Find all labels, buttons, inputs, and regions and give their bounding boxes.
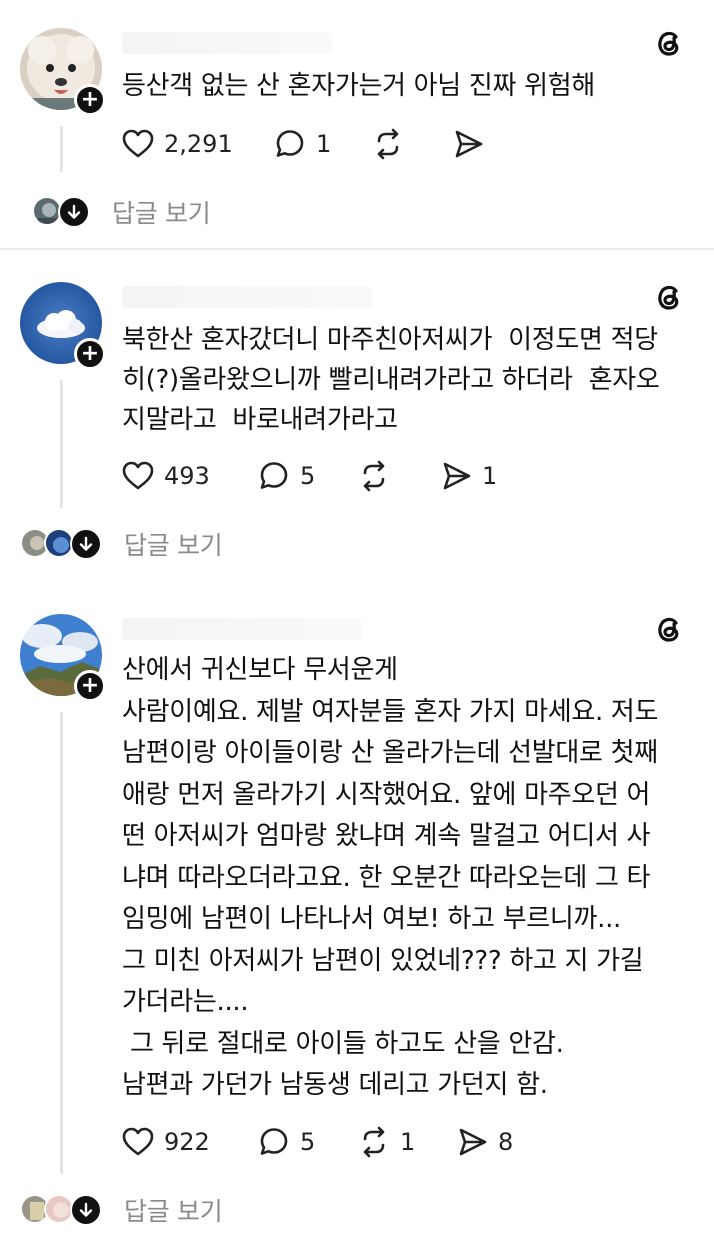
action-bar: 493 5 1 — [120, 456, 520, 496]
share-count: 1 — [482, 462, 498, 490]
post-text: 북한산 혼자갔더니 마주친아저씨가 이정도면 적당 히(?)올라왔으니까 빨리내… — [122, 325, 660, 435]
comment-button[interactable]: 1 — [272, 124, 331, 164]
post-text: 산에서 귀신보다 무서운게 사람이예요. 제발 여자분들 혼자 가지 마세요. … — [122, 655, 659, 1100]
share-button[interactable]: 8 — [454, 1122, 513, 1162]
action-bar: 922 5 1 8 — [120, 1122, 540, 1162]
heart-icon — [122, 461, 154, 490]
view-replies-row[interactable]: 답글 보기 — [20, 528, 280, 564]
thread-line — [60, 712, 63, 1174]
view-replies-row[interactable]: 답글 보기 — [32, 196, 272, 232]
like-count: 493 — [164, 462, 210, 490]
thread-line — [60, 380, 63, 508]
follow-plus-button[interactable]: + — [74, 338, 106, 370]
repost-button[interactable] — [356, 456, 400, 496]
comment-count: 1 — [316, 130, 332, 158]
action-bar: 2,291 1 — [120, 124, 520, 164]
heart-icon — [122, 129, 154, 158]
follow-plus-button[interactable]: + — [74, 670, 106, 702]
repost-icon — [363, 1126, 385, 1158]
view-replies-link[interactable]: 답글 보기 — [124, 526, 223, 562]
repost-icon — [377, 128, 399, 160]
share-button[interactable] — [450, 124, 494, 164]
share-button[interactable]: 1 — [438, 456, 497, 496]
comment-icon — [260, 462, 288, 489]
threads-logo-icon[interactable] — [652, 280, 686, 314]
like-button[interactable]: 493 — [120, 456, 210, 496]
view-replies-link[interactable]: 답글 보기 — [124, 1192, 223, 1228]
threads-logo-icon[interactable] — [652, 26, 686, 60]
follow-plus-button[interactable]: + — [74, 84, 106, 116]
heart-icon — [122, 1127, 154, 1156]
comment-count: 5 — [300, 462, 316, 490]
like-button[interactable]: 2,291 — [120, 124, 233, 164]
like-count: 2,291 — [164, 130, 233, 158]
username-blurred[interactable] — [122, 32, 332, 54]
thread-line — [60, 126, 63, 172]
arrow-down-icon — [70, 528, 102, 560]
repost-button[interactable]: 1 — [356, 1122, 415, 1162]
post-text: 등산객 없는 산 혼자가는거 아님 진짜 위험해 — [122, 71, 595, 101]
view-replies-row[interactable]: 답글 보기 — [20, 1194, 280, 1230]
arrow-down-icon — [58, 196, 90, 228]
post-1: + 등산객 없는 산 혼자가는거 아님 진짜 위험해 2,291 1 답글 보기 — [0, 0, 714, 250]
send-icon — [443, 462, 471, 490]
like-count: 922 — [164, 1128, 210, 1156]
comment-icon — [276, 130, 304, 157]
comment-count: 5 — [300, 1128, 316, 1156]
comment-button[interactable]: 5 — [256, 1122, 315, 1162]
repost-count: 1 — [400, 1128, 416, 1156]
repost-button[interactable] — [370, 124, 414, 164]
username-blurred[interactable] — [122, 618, 362, 640]
comment-button[interactable]: 5 — [256, 456, 315, 496]
threads-logo-icon[interactable] — [652, 612, 686, 646]
repost-icon — [363, 460, 385, 492]
post-3: + 산에서 귀신보다 무서운게 사람이예요. 제발 여자분들 혼자 가지 마세요… — [0, 590, 714, 1247]
comment-icon — [260, 1128, 288, 1155]
like-button[interactable]: 922 — [120, 1122, 210, 1162]
send-icon — [459, 1128, 487, 1156]
send-icon — [455, 130, 483, 158]
post-2: + 북한산 혼자갔더니 마주친아저씨가 이정도면 적당 히(?)올라왔으니까 빨… — [0, 250, 714, 590]
arrow-down-icon — [70, 1194, 102, 1226]
username-blurred[interactable] — [122, 286, 372, 308]
view-replies-link[interactable]: 답글 보기 — [112, 194, 211, 230]
share-count: 8 — [498, 1128, 514, 1156]
